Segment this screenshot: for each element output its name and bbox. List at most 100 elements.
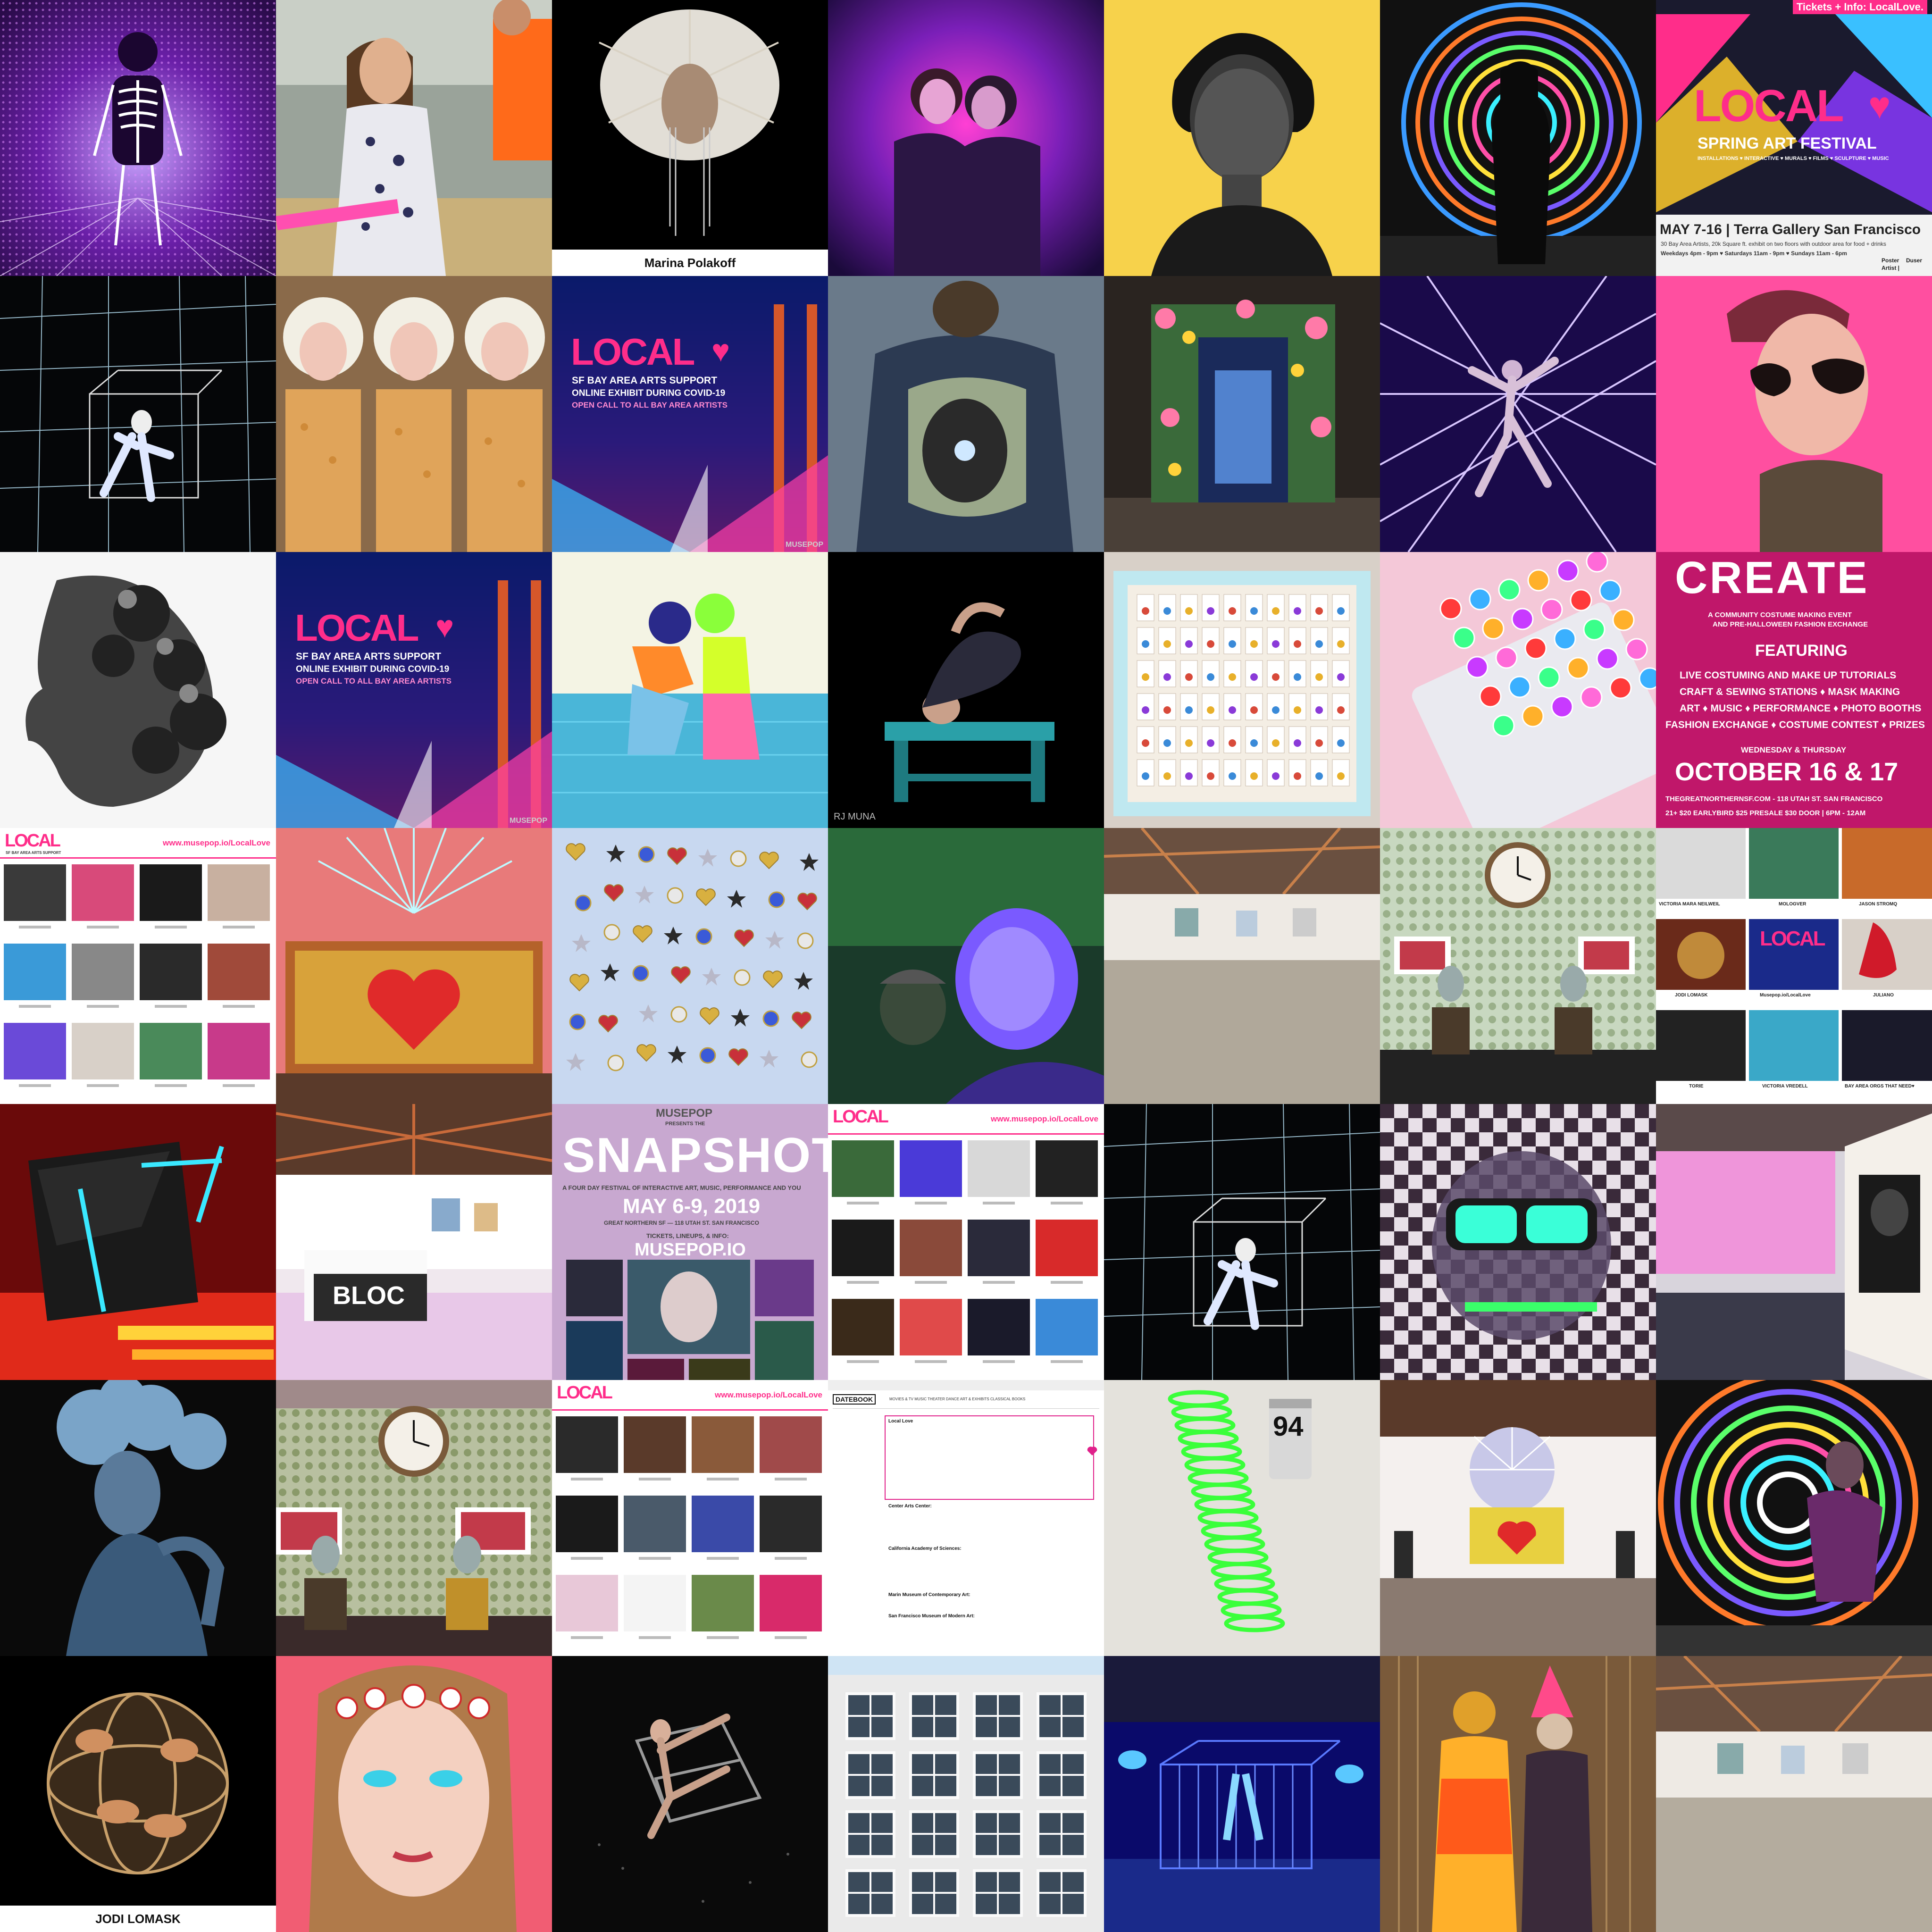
vintage-portrait-yellow-photo[interactable] [1104,0,1380,276]
presents-line: PRESENTS THE [665,1121,705,1127]
festival-hours: Weekdays 4pm - 9pm ♥ Saturdays 11am - 9p… [1661,250,1847,257]
blue-body-paint-photo[interactable] [0,1380,276,1656]
tickets-heading: TICKETS, LINEUPS, & INFO: [646,1232,729,1239]
artist-caption-6: JULIANO [1873,993,1894,998]
skeleton-performer-photo[interactable] [0,0,276,276]
artists-collage[interactable]: LOCAL VICTORIA MARA NEILWEIL MOLOGVER JA… [1656,828,1932,1104]
site-url: MUSEPOP.IO [635,1240,746,1260]
cage-dancer-photo[interactable] [0,276,276,552]
artist-caption-7: TORIE [1689,1084,1704,1089]
spring-art-festival-poster[interactable]: Tickets + Info: LocalLove. LOCAL ♥ SPRIN… [1656,0,1932,276]
spiral-performer-photo[interactable] [1656,1380,1932,1656]
local-logo: LOCAL [571,331,695,373]
create-event-poster[interactable]: CREATE A COMMUNITY COSTUME MAKING EVENT … [1656,552,1932,828]
poster-line-2: ONLINE EXHIBIT DURING COVID-19 [572,388,726,398]
clock-wall-installation-photo-2[interactable] [276,1380,552,1656]
poster-line-1: SF BAY AREA ARTS SUPPORT [296,651,442,662]
jeweled-card-photo[interactable] [1380,552,1656,828]
poster-line-2: ONLINE EXHIBIT DURING COVID-19 [296,664,450,674]
local-love-poster[interactable]: LOCAL ♥ SF BAY AREA ARTS SUPPORT ONLINE … [552,276,828,552]
heart-icon: ♥ [1868,84,1891,126]
heart-icon: ♥ [435,609,454,644]
website-url: www.musepop.io/LocalLove [715,1390,822,1399]
artist-name-caption: JODI LOMASK [0,1906,276,1932]
heart-icon: ♥ [711,333,730,368]
create-sub-1: A COMMUNITY COSTUME MAKING EVENT [1708,611,1852,619]
cube-aerialist-photo[interactable] [552,1656,828,1932]
poster-line-3: OPEN CALL TO ALL BAY AREA ARTISTS [296,677,452,686]
illustrated-woman-headpiece[interactable] [276,1656,552,1932]
charms-collection-photo[interactable] [552,828,828,1104]
event-price: 21+ $20 EARLYBIRD $25 PRESALE $30 DOOR |… [1665,809,1866,817]
empty-gallery-photo[interactable] [1104,828,1380,1104]
neon-sculpture-photo[interactable] [0,1104,276,1380]
poster-line-3: OPEN CALL TO ALL BAY AREA ARTISTS [572,401,728,410]
local-logo: LOCAL [295,607,419,649]
three-performers-photo[interactable] [276,276,552,552]
local-love-website-screenshot[interactable]: LOCAL SF BAY AREA ARTS SUPPORT www.musep… [0,828,276,1104]
flower-doorway-installation-photo[interactable] [1104,276,1380,552]
costumed-performers-photo[interactable] [1380,1656,1656,1932]
feather-headdress-photo[interactable]: Marina Polakoff [552,0,828,276]
artist-name-caption: Marina Polakoff [552,250,828,276]
green-spring-sculpture-photo[interactable]: 94 [1104,1380,1380,1656]
local-logo: LOCAL [833,1107,889,1127]
contortionist-bench-photo[interactable]: RJ MUNA [828,552,1104,828]
clock-wall-installation-photo[interactable] [1380,828,1656,1104]
create-sub-2: AND PRE-HALLOWEEN FASHION EXCHANGE [1713,620,1868,628]
festival-subtitle: SPRING ART FESTIVAL [1698,134,1877,152]
poster-credit-name: Duser [1906,257,1923,264]
local-love-website-screenshot-2[interactable]: LOCAL www.musepop.io/LocalLove [828,1104,1104,1380]
tickets-banner: Tickets + Info: LocalLove. [1792,0,1927,14]
artist-caption-1: VICTORIA MARA NEILWEIL [1659,902,1720,907]
sunglasses-portrait-photo[interactable] [1656,276,1932,552]
two-women-neon-photo[interactable] [828,0,1104,276]
datebook-article-screenshot[interactable]: DATEBOOK MOVIES & TV MUSIC THEATER DANCE… [828,1380,1104,1656]
feature-line-3: ART ♦ MUSIC ♦ PERFORMANCE ♦ PHOTO BOOTHS [1680,703,1922,714]
snapshot-festival-poster[interactable]: MUSEPOP PRESENTS THE SNAPSHOT A FOUR DAY… [552,1104,828,1380]
festival-info: 30 Bay Area Artists, 20k Square ft. exhi… [1661,241,1886,247]
toy-figure-goggles-photo[interactable] [1380,1104,1656,1380]
artist-caption-9: BAY AREA ORGS THAT NEED♥ [1845,1084,1915,1089]
woman-laughing-photo[interactable] [276,0,552,276]
heart-sculpture-installation-photo[interactable] [276,828,552,1104]
string-web-dancer-photo[interactable] [1380,276,1656,552]
building-facade-photo[interactable] [828,1656,1104,1932]
arts-support-tag: SF BAY AREA ARTS SUPPORT [6,851,61,855]
double-exposure-tree-portrait[interactable] [0,552,276,828]
festival-tags: INSTALLATIONS ♥ INTERACTIVE ♥ MURALS ♥ F… [1698,156,1889,161]
blue-light-cage-installation-photo[interactable] [1104,1656,1380,1932]
festival-dates: MAY 7-16 | Terra Gallery San Francisco [1660,222,1921,237]
bloc-gallery-photo[interactable]: BLOC [276,1104,552,1380]
create-title: CREATE [1675,552,1869,603]
photographer-credit: RJ MUNA [834,811,876,822]
local-logo: LOCAL [5,831,61,851]
mirror-frame-cards-photo[interactable] [1104,552,1380,828]
feature-line-2: CRAFT & SEWING STATIONS ♦ MASK MAKING [1680,686,1900,697]
gallery-portrait-wall-photo[interactable] [1656,1104,1932,1380]
local-logo: LOCAL [557,1383,613,1403]
gallery-heart-installation-photo[interactable] [1380,1380,1656,1656]
painted-jacket-photo[interactable] [828,276,1104,552]
poster-credit-artist: Artist | [1882,265,1900,271]
snapshot-tagline: A FOUR DAY FESTIVAL OF INTERACTIVE ART, … [562,1184,801,1191]
local-love-website-screenshot-3[interactable]: LOCAL www.musepop.io/LocalLove [552,1380,828,1656]
featuring-heading: FEATURING [1755,642,1848,660]
musepop-mark: MUSEPOP [785,541,823,549]
neon-selfie-photo[interactable] [828,828,1104,1104]
local-logo: LOCAL [1694,81,1844,131]
snapshot-dates: MAY 6-9, 2019 [623,1195,761,1218]
cage-dancer-photo-2[interactable] [1104,1104,1380,1380]
local-love-poster-2[interactable]: LOCAL ♥ SF BAY AREA ARTS SUPPORT ONLINE … [276,552,552,828]
artist-caption-4: JODI LOMASK [1675,993,1708,998]
feature-line-1: LIVE COSTUMING AND MAKE UP TUTORIALS [1680,670,1897,681]
spiral-light-silhouette-photo[interactable] [1380,0,1656,276]
local-logo: LOCAL [1760,927,1826,950]
musepop-mark: MUSEPOP [656,1107,713,1120]
acrobats-sphere-photo[interactable]: JODI LOMASK [0,1656,276,1932]
poster-credit: Poster [1882,257,1899,264]
artist-caption-3: JASON STROMQ [1859,902,1898,907]
kissing-figures-illustration[interactable] [552,552,828,828]
website-url: www.musepop.io/LocalLove [163,838,270,847]
empty-gallery-photo-2[interactable] [1656,1656,1932,1932]
